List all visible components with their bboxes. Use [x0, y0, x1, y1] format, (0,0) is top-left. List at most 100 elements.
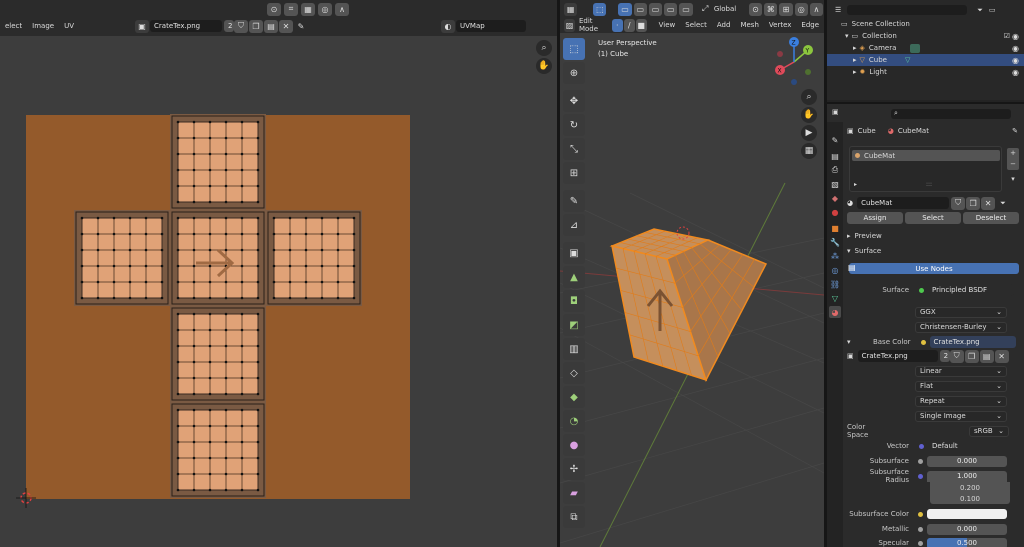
inset-tool-icon[interactable]: ◘	[563, 290, 585, 312]
orientation-label[interactable]: Global	[714, 5, 748, 13]
bevel-tool-icon[interactable]: ◩	[563, 314, 585, 336]
subsurface-radius-z[interactable]: 0.100	[930, 493, 1010, 504]
menu-add[interactable]: Add	[712, 21, 736, 29]
mesh-data-icon[interactable]: ▽	[905, 56, 910, 64]
outliner[interactable]: ☰ ⏷ ▭ ▭ Scene Collection ▾ ▭ Collection …	[827, 0, 1024, 100]
select-tool-icon[interactable]: ⬚	[563, 38, 585, 60]
rotate-tool-icon[interactable]: ↻	[563, 114, 585, 136]
filter-icon[interactable]: ⏷	[977, 6, 983, 15]
slot-specials-icon[interactable]: ▾	[1007, 174, 1019, 185]
image-name-field[interactable]: CrateTex.png	[857, 350, 938, 362]
select-box-icon[interactable]: ⬚	[593, 2, 607, 16]
new-image-icon[interactable]: ❐	[964, 349, 979, 363]
properties-editor[interactable]: ▣ ⌕ ✎ ▤ ⎙ ▧ ◆ ● ■ 🔧 ⁂ ◎ ⛓ ▽ ◕ ▣ Cube ◕ C…	[827, 102, 1024, 547]
navigation-gizmo[interactable]: Y X Z	[772, 36, 822, 86]
tab-constraints-icon[interactable]: ⛓	[829, 278, 841, 290]
rip-tool-icon[interactable]: ⧉	[563, 506, 585, 528]
expand-icon[interactable]: ▸	[853, 44, 857, 52]
tab-view-layer-icon[interactable]: ▧	[829, 178, 841, 190]
tab-render-icon[interactable]: ▤	[829, 150, 841, 162]
use-nodes-button[interactable]: Use Nodes	[849, 263, 1019, 274]
camera-data-icon[interactable]	[910, 43, 921, 53]
measure-tool-icon[interactable]: ⊿	[563, 214, 585, 236]
subsurface-input[interactable]: 0.000	[927, 455, 1007, 467]
surface-panel-header[interactable]: ▾ Surface	[847, 244, 1024, 258]
zoom-view-icon[interactable]: ⌕	[801, 89, 817, 105]
menu-select[interactable]: Select	[680, 21, 712, 29]
open-image-icon[interactable]: ▤	[979, 349, 994, 363]
proportional-edit-icon[interactable]: ◎	[794, 2, 808, 16]
expand-list-icon[interactable]: ▸	[854, 181, 857, 188]
tab-scene-icon[interactable]: ◆	[829, 192, 841, 204]
orientation-icon[interactable]: ⤢	[699, 3, 712, 16]
tab-physics-icon[interactable]: ◎	[829, 264, 841, 276]
subsurface-radius-y[interactable]: 0.200	[930, 482, 1010, 493]
knife-tool-icon[interactable]: ◇	[563, 362, 585, 384]
menu-vertex[interactable]: Vertex	[764, 21, 797, 29]
mode-invert-icon[interactable]: ▭	[664, 2, 678, 16]
source-dropdown[interactable]: Single Image ⌄	[915, 410, 1007, 422]
distribution-dropdown[interactable]: GGX ⌄	[915, 306, 1007, 318]
expand-icon[interactable]: ▾	[847, 338, 851, 346]
material-slot-list[interactable]: CubeMat ▸ :::	[849, 146, 1002, 192]
spin-tool-icon[interactable]: ◔	[563, 410, 585, 432]
tab-particles-icon[interactable]: ⁂	[829, 250, 841, 262]
proportional-falloff-icon[interactable]: ∧	[809, 2, 824, 16]
properties-type-icon[interactable]: ▣	[832, 108, 839, 116]
subsurface-radius-x[interactable]: 1.000	[927, 470, 1007, 482]
new-collection-icon[interactable]: ▭	[989, 6, 996, 14]
mode-intersect-icon[interactable]: ▭	[679, 2, 693, 16]
pivot-point-icon[interactable]: ⊙	[748, 2, 763, 16]
preview-panel-header[interactable]: ▸ Preview	[847, 229, 1024, 243]
mode-dropdown[interactable]: Edit Mode	[579, 17, 612, 33]
ortho-toggle-icon[interactable]: ▦	[801, 143, 817, 159]
list-resize-handle[interactable]: :::	[926, 181, 932, 188]
transform-tool-icon[interactable]: ⊞	[563, 162, 585, 184]
smooth-tool-icon[interactable]: ●	[563, 434, 585, 456]
visibility-icon[interactable]: ◉	[1012, 68, 1019, 77]
projection-dropdown[interactable]: Flat ⌄	[915, 380, 1007, 392]
properties-search-input[interactable]: ⌕	[891, 109, 1011, 119]
copy-material-icon[interactable]: ❐	[966, 196, 981, 210]
base-color-input[interactable]: CrateTex.png	[929, 336, 1016, 348]
collection-visibility-icon[interactable]: ◉	[1012, 32, 1019, 41]
expand-icon[interactable]: ▸	[853, 56, 857, 64]
menu-edge[interactable]: Edge	[796, 21, 824, 29]
image-browse-icon[interactable]: ▣	[847, 352, 854, 360]
uv-canvas[interactable]	[0, 0, 557, 547]
annotate-tool-icon[interactable]: ✎	[563, 190, 585, 212]
visibility-icon[interactable]: ◉	[1012, 56, 1019, 65]
tab-material-icon[interactable]: ◕	[829, 306, 841, 318]
pan-view-icon[interactable]: ✋	[801, 107, 817, 123]
deselect-button[interactable]: Deselect	[963, 212, 1019, 224]
disclosure-icon[interactable]: ▾	[845, 32, 849, 40]
browse-material-icon[interactable]: ◕	[847, 199, 853, 207]
add-cube-tool-icon[interactable]: ▣	[563, 242, 585, 264]
material-name-field[interactable]: CubeMat	[857, 197, 950, 209]
subsurface-color-swatch[interactable]	[927, 509, 1007, 519]
camera-view-icon[interactable]: ▶	[801, 125, 817, 141]
unlink-material-icon[interactable]: ✕	[981, 196, 996, 210]
edit-mode-icon[interactable]: ▨	[564, 18, 575, 32]
viewport-canvas[interactable]	[560, 33, 824, 547]
material-slot-item[interactable]: CubeMat	[852, 150, 1000, 161]
snap-target-icon[interactable]: ⊞	[779, 2, 793, 16]
tab-data-icon[interactable]: ▽	[829, 292, 841, 304]
outliner-item-cube[interactable]: ▸ ▽ Cube ▽ ◉	[827, 54, 1024, 66]
unlink-image-icon[interactable]: ✕	[994, 349, 1009, 363]
fake-user-icon[interactable]: ⛉	[951, 196, 966, 210]
add-slot-icon[interactable]: +	[1007, 148, 1019, 159]
cursor-tool-icon[interactable]: ⊕	[563, 62, 585, 84]
vector-field[interactable]: Default	[928, 440, 998, 452]
menu-view[interactable]: View	[654, 21, 681, 29]
menu-mesh[interactable]: Mesh	[735, 21, 763, 29]
vertex-select-icon[interactable]: ·	[611, 18, 623, 32]
scene-collection-row[interactable]: ▭ Scene Collection	[827, 18, 1024, 30]
outliner-item-light[interactable]: ▸ ✹ Light ◉	[827, 66, 1024, 78]
scale-tool-icon[interactable]: ⤡	[563, 138, 585, 160]
assign-button[interactable]: Assign	[847, 212, 903, 224]
edge-slide-tool-icon[interactable]: ✢	[563, 458, 585, 480]
face-select-icon[interactable]: ■	[635, 18, 647, 32]
tab-object-icon[interactable]: ■	[829, 222, 841, 234]
tab-world-icon[interactable]: ●	[829, 206, 841, 218]
